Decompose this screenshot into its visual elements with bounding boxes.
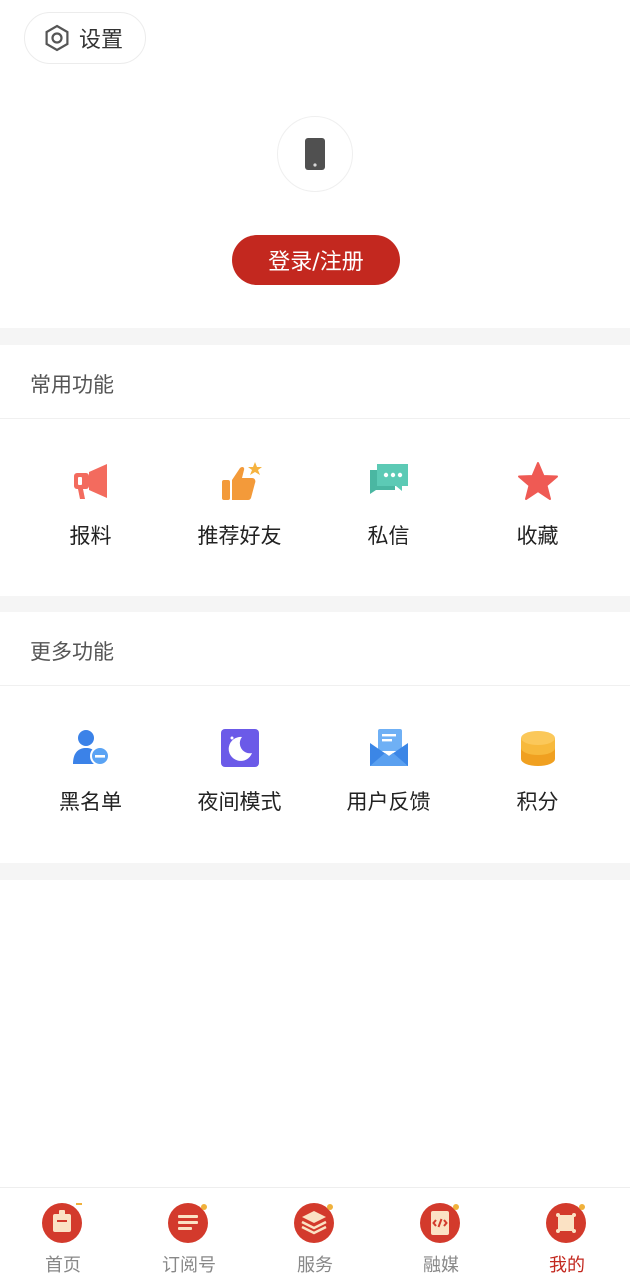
section-divider <box>0 596 630 612</box>
divider-line <box>0 418 630 419</box>
tab-subscribe[interactable]: 订阅号 <box>126 1188 252 1280</box>
grid-item-label: 积分 <box>516 790 559 814</box>
tab-label: 首页 <box>45 1255 81 1276</box>
grid-item-label: 推荐好友 <box>197 524 282 548</box>
grid-item-label: 夜间模式 <box>197 790 282 814</box>
tab-home[interactable]: 首页 <box>0 1188 126 1280</box>
tab-label: 服务 <box>297 1255 333 1276</box>
section-divider <box>0 863 630 880</box>
grid-item-private-message[interactable]: 私信 <box>314 460 463 550</box>
tab-label: 订阅号 <box>162 1255 216 1276</box>
section-divider <box>0 328 630 345</box>
avatar[interactable] <box>277 116 353 192</box>
grid-item-label: 黑名单 <box>59 790 122 814</box>
profile-icon <box>544 1199 590 1245</box>
grid-item-label: 用户反馈 <box>346 790 431 814</box>
grid-item-label: 私信 <box>367 524 410 548</box>
more-functions-grid: 黑名单 夜间模式 用户反馈 积分 <box>0 726 630 816</box>
phone-icon <box>305 138 325 170</box>
star-icon <box>516 460 560 504</box>
grid-item-recommend-friends[interactable]: 推荐好友 <box>165 460 314 550</box>
grid-item-user-feedback[interactable]: 用户反馈 <box>314 726 463 816</box>
settings-button[interactable]: 设置 <box>24 12 146 64</box>
envelope-icon <box>367 726 411 770</box>
service-icon <box>292 1199 338 1245</box>
grid-item-favorites[interactable]: 收藏 <box>463 460 612 550</box>
chat-bubble-icon <box>367 460 411 504</box>
tab-service[interactable]: 服务 <box>252 1188 378 1280</box>
thumbs-up-icon <box>218 460 262 504</box>
common-functions-title: 常用功能 <box>30 373 114 397</box>
megaphone-icon <box>69 460 113 504</box>
subscribe-icon <box>166 1199 212 1245</box>
login-register-button[interactable]: 登录/注册 <box>232 235 400 285</box>
user-block-icon <box>69 726 113 770</box>
tab-label: 融媒 <box>423 1255 459 1276</box>
more-functions-title: 更多功能 <box>30 640 114 664</box>
grid-item-points[interactable]: 积分 <box>463 726 612 816</box>
grid-item-label: 收藏 <box>516 524 559 548</box>
tab-media[interactable]: 融媒 <box>378 1188 504 1280</box>
divider-line <box>0 685 630 686</box>
tab-label: 我的 <box>549 1255 585 1276</box>
gear-icon <box>45 24 69 52</box>
moon-icon <box>218 726 262 770</box>
grid-item-report[interactable]: 报料 <box>16 460 165 550</box>
grid-item-night-mode[interactable]: 夜间模式 <box>165 726 314 816</box>
grid-item-blacklist[interactable]: 黑名单 <box>16 726 165 816</box>
home-icon <box>40 1199 86 1245</box>
bottom-tab-bar: 首页 订阅号 服务 融媒 我的 <box>0 1187 630 1280</box>
common-functions-grid: 报料 推荐好友 私信 收藏 <box>0 460 630 550</box>
media-icon <box>418 1199 464 1245</box>
grid-item-label: 报料 <box>69 524 112 548</box>
tab-profile[interactable]: 我的 <box>504 1188 630 1280</box>
coins-icon <box>516 726 560 770</box>
settings-label: 设置 <box>79 28 124 53</box>
